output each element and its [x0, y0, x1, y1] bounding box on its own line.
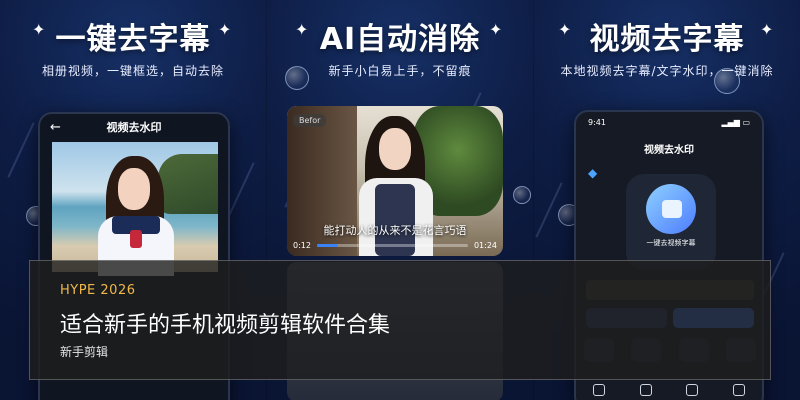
- video-subtitle-text: 能打动人的从来不是花言巧语: [323, 224, 467, 237]
- panel-headline: 一键去字幕: [55, 22, 211, 57]
- screen-title: 视频去水印: [106, 121, 162, 134]
- before-label: Befor: [293, 114, 327, 127]
- tab-item[interactable]: [593, 384, 605, 398]
- panel-subline: 相册视频，一键框选，自动去除: [41, 64, 224, 78]
- bubble-decoration: [714, 68, 740, 94]
- panel-headline: 视频去字幕: [589, 22, 745, 57]
- video-icon: [662, 200, 682, 218]
- caption-overlay: HYPE 2026 适合新手的手机视频剪辑软件合集 新手剪辑: [29, 260, 771, 380]
- card-label: 一键去视频字幕: [646, 239, 696, 247]
- tab-item[interactable]: [733, 384, 745, 398]
- bubble-decoration: [513, 186, 531, 204]
- signal-battery-icon: ▂▄▆ ▭: [721, 118, 750, 127]
- bubble-decoration: [285, 66, 309, 90]
- remove-subtitle-card[interactable]: 一键去视频字幕: [626, 174, 716, 270]
- progress-bar[interactable]: [316, 243, 468, 247]
- article-title[interactable]: 适合新手的手机视频剪辑软件合集: [60, 307, 390, 339]
- tab-item[interactable]: [686, 384, 698, 398]
- panel-subline: 本地视频去字幕/文字水印，一键消除: [560, 64, 774, 78]
- article-subtitle: 新手剪辑: [60, 345, 109, 359]
- panel-headline: AI自动消除: [319, 22, 481, 57]
- status-time: 9:41: [588, 118, 606, 127]
- progress-fill: [316, 243, 339, 247]
- back-arrow-icon[interactable]: ←: [50, 120, 70, 135]
- tab-item[interactable]: [640, 384, 652, 398]
- promo-banner: ✦ ✦ 一键去字幕 相册视频，一键框选，自动去除 ← 视频去水印 ✦ ✦ AI自…: [0, 0, 800, 400]
- time-start: 0:12: [293, 240, 311, 250]
- category-tag: HYPE 2026: [60, 283, 136, 298]
- bottom-tab-bar: [576, 384, 762, 398]
- screen-title: 视频去水印: [644, 145, 694, 156]
- diamond-icon: ◆: [588, 166, 598, 180]
- time-end: 01:24: [473, 240, 497, 250]
- video-preview: [52, 142, 218, 276]
- video-timeline[interactable]: 0:12 01:24: [293, 238, 497, 252]
